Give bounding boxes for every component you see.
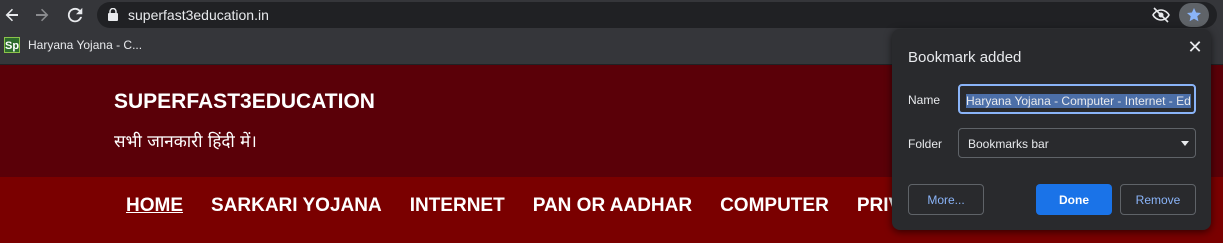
folder-value: Bookmarks bar — [968, 137, 1049, 151]
url-text[interactable]: superfast3education.in — [128, 7, 269, 23]
site-favicon: Sp — [4, 37, 20, 53]
remove-button[interactable]: Remove — [1120, 184, 1196, 215]
browser-toolbar: superfast3education.in — [0, 0, 1223, 31]
bookmark-label: Haryana Yojana - C... — [28, 38, 143, 52]
bookmark-added-dialog: Bookmark added ✕ Name Haryana Yojana - C… — [892, 29, 1211, 230]
reload-icon[interactable] — [64, 4, 86, 26]
bookmark-star-button[interactable] — [1179, 3, 1209, 27]
menu-item-sarkari-yojana[interactable]: SARKARI YOJANA — [211, 195, 382, 217]
bookmark-name-input[interactable]: Haryana Yojana - Computer - Internet - E… — [958, 84, 1196, 114]
bookmark-name-value: Haryana Yojana - Computer - Internet - E… — [966, 94, 1191, 108]
folder-select[interactable]: Bookmarks bar — [958, 128, 1196, 158]
forward-arrow-icon[interactable] — [31, 4, 53, 26]
dialog-title: Bookmark added — [908, 49, 1022, 66]
lock-icon — [108, 7, 118, 26]
chevron-down-icon — [1181, 141, 1189, 146]
site-tagline: सभी जानकारी हिंदी में। — [114, 132, 257, 152]
menu-item-internet[interactable]: INTERNET — [410, 195, 505, 217]
folder-label: Folder — [908, 137, 943, 151]
done-button[interactable]: Done — [1036, 184, 1112, 215]
eye-off-icon[interactable] — [1152, 7, 1170, 28]
menu-item-home[interactable]: HOME — [126, 195, 183, 217]
star-icon — [1187, 8, 1201, 22]
menu-item-computer[interactable]: COMPUTER — [720, 195, 829, 217]
menu-item-pan-or-aadhar[interactable]: PAN OR AADHAR — [533, 195, 692, 217]
site-title[interactable]: SUPERFAST3EDUCATION — [114, 90, 375, 114]
main-menu: HOME SARKARI YOJANA INTERNET PAN OR AADH… — [126, 195, 913, 217]
more-button[interactable]: More... — [908, 184, 984, 215]
address-bar[interactable]: superfast3education.in — [97, 2, 1217, 28]
bookmark-item[interactable]: Sp Haryana Yojana - C... — [4, 37, 142, 53]
name-label: Name — [908, 93, 941, 107]
close-icon[interactable]: ✕ — [1186, 38, 1204, 56]
back-arrow-icon[interactable] — [1, 4, 23, 26]
